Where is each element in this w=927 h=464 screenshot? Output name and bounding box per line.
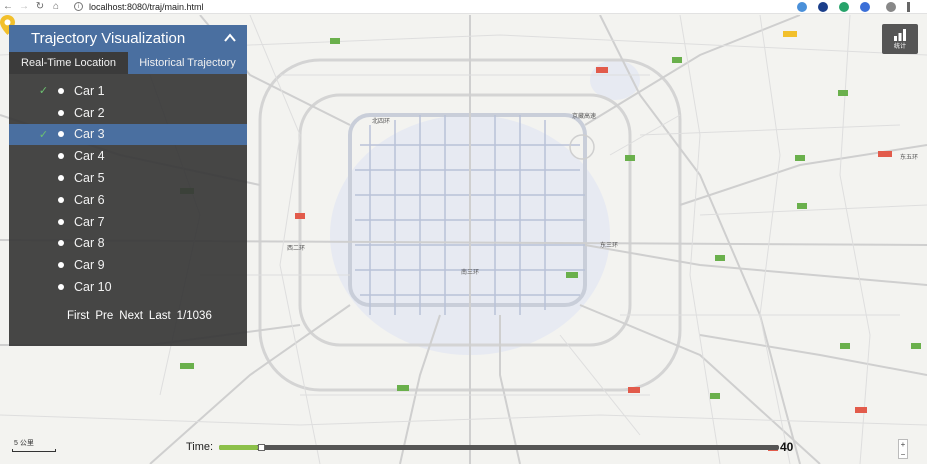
trajectory-panel: Trajectory Visualization Real-Time Locat…	[9, 25, 247, 346]
mode-tabs: Real-Time Location Historical Trajectory	[9, 52, 247, 74]
car-label: Car 1	[74, 83, 105, 98]
home-icon[interactable]: ⌂	[48, 0, 64, 14]
bar-chart-icon	[894, 28, 906, 41]
map-label: 北四环	[372, 119, 391, 125]
car-row-8[interactable]: Car 8	[9, 233, 247, 255]
next-page-link[interactable]: Next	[119, 310, 143, 322]
car-dot-icon	[58, 218, 64, 225]
checkbox-car-6[interactable]	[38, 194, 49, 205]
car-dot-icon	[58, 87, 64, 94]
car-dot-icon	[58, 196, 64, 203]
map-scale-bar	[12, 449, 56, 452]
car-dot-icon	[58, 175, 64, 182]
car-dot-icon	[58, 284, 64, 291]
extension-icon[interactable]	[860, 2, 870, 12]
last-page-link[interactable]: Last	[149, 310, 171, 322]
address-bar[interactable]: i localhost:8080/traj/main.html	[74, 1, 204, 13]
zoom-in-button[interactable]: +	[901, 440, 906, 450]
first-page-link[interactable]: First	[67, 310, 89, 322]
map-label: 东五环	[900, 155, 919, 161]
map-scale-label: 5 公里	[14, 440, 34, 447]
previous-page-link[interactable]: Pre	[95, 310, 113, 322]
forward-icon[interactable]: →	[16, 0, 32, 14]
time-track[interactable]	[219, 443, 780, 451]
car-dot-icon	[58, 240, 64, 247]
car-label: Car 7	[74, 214, 105, 229]
zoom-out-button[interactable]: −	[901, 450, 906, 460]
time-slider: Time: 40	[186, 440, 806, 454]
car-row-10[interactable]: Car 10	[9, 276, 247, 298]
time-progress-fill	[219, 444, 259, 450]
extension-icon[interactable]	[839, 2, 849, 12]
panel-header: Trajectory Visualization	[9, 25, 247, 52]
checkbox-car-9[interactable]	[38, 260, 49, 271]
car-row-4[interactable]: Car 4	[9, 145, 247, 167]
time-slider-handle[interactable]	[258, 443, 266, 451]
car-dot-icon	[58, 262, 64, 269]
site-info-icon[interactable]: i	[74, 2, 83, 11]
checkbox-car-10[interactable]	[38, 282, 49, 293]
stats-button[interactable]: 统计	[882, 24, 918, 54]
checkbox-car-5[interactable]	[38, 173, 49, 184]
checkbox-car-2[interactable]	[38, 107, 49, 118]
checkbox-car-7[interactable]	[38, 216, 49, 227]
tab-historical-trajectory[interactable]: Historical Trajectory	[128, 52, 247, 74]
car-label: Car 4	[74, 149, 105, 164]
pager: First Pre Next Last 1/1036	[67, 310, 212, 322]
car-label: Car 8	[74, 236, 105, 251]
car-label: Car 9	[74, 258, 105, 273]
map-label: 东三环	[600, 243, 619, 249]
browser-toolbar: ← → ↻ ⌂ i localhost:8080/traj/main.html	[0, 0, 927, 14]
car-dot-icon	[58, 153, 64, 160]
car-label: Car 2	[74, 105, 105, 120]
reload-icon[interactable]: ↻	[32, 0, 48, 14]
panel-title: Trajectory Visualization	[31, 30, 186, 47]
page-indicator: 1/1036	[176, 310, 212, 322]
car-label: Car 6	[74, 192, 105, 207]
checkbox-car-4[interactable]	[38, 151, 49, 162]
url-text: localhost:8080/traj/main.html	[89, 1, 204, 12]
checkbox-car-1[interactable]: ✓	[38, 85, 49, 97]
car-dot-icon	[58, 131, 64, 138]
car-list: ✓ Car 1 Car 2 ✓ Car 3 Car 4 Car 5 Car 6 …	[9, 80, 247, 298]
map-label: 南三环	[461, 270, 480, 276]
car-label: Car 5	[74, 171, 105, 186]
zoom-control: + −	[898, 439, 908, 459]
car-row-9[interactable]: Car 9	[9, 254, 247, 276]
car-label: Car 3	[74, 127, 105, 142]
map-label: 京藏高速	[572, 114, 597, 120]
car-row-2[interactable]: Car 2	[9, 102, 247, 124]
car-row-3[interactable]: ✓ Car 3	[9, 123, 247, 146]
car-row-7[interactable]: Car 7	[9, 211, 247, 233]
car-label: Car 10	[74, 280, 112, 295]
map-label: 西二环	[287, 246, 306, 252]
extension-icon[interactable]	[818, 2, 828, 12]
stats-label: 统计	[893, 43, 906, 50]
tab-real-time-location[interactable]: Real-Time Location	[9, 52, 128, 74]
checkbox-car-3[interactable]: ✓	[38, 129, 49, 141]
time-label: Time:	[186, 441, 214, 453]
back-icon[interactable]: ←	[0, 0, 16, 14]
chevron-up-icon[interactable]	[222, 30, 238, 46]
profile-avatar[interactable]	[886, 2, 896, 12]
car-row-6[interactable]: Car 6	[9, 189, 247, 211]
bookmark-star-icon[interactable]	[770, 2, 780, 12]
car-row-1[interactable]: ✓ Car 1	[9, 80, 247, 102]
more-menu-icon[interactable]	[907, 2, 910, 12]
extension-icon[interactable]	[797, 2, 807, 12]
checkbox-car-8[interactable]	[38, 238, 49, 249]
car-row-5[interactable]: Car 5	[9, 167, 247, 189]
car-dot-icon	[58, 109, 64, 116]
time-value: 40	[780, 440, 794, 454]
